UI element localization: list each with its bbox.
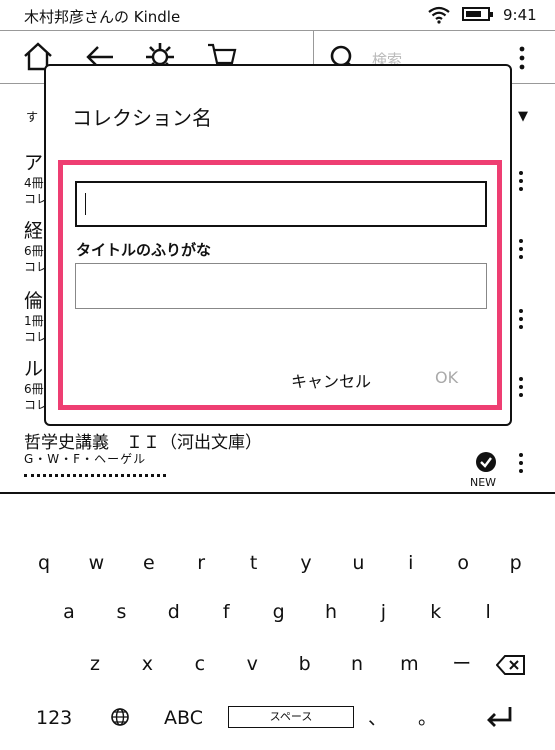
status-bar: 木村邦彦さんの Kindle 9:41 <box>0 0 555 30</box>
key-o[interactable]: o <box>448 547 478 579</box>
book-more-icon[interactable] <box>515 452 527 474</box>
key-x[interactable]: x <box>132 648 162 680</box>
enter-icon[interactable] <box>484 704 514 730</box>
downloaded-check-icon <box>476 452 496 472</box>
furigana-label: タイトルのふりがな <box>76 241 212 259</box>
key-e[interactable]: e <box>134 547 164 579</box>
space-key[interactable]: スペース <box>228 706 354 728</box>
key-q[interactable]: q <box>29 547 59 579</box>
key-z[interactable]: z <box>80 648 110 680</box>
alpha-key[interactable]: ABC <box>164 702 203 734</box>
collection-more-icon[interactable] <box>515 376 527 398</box>
key-y[interactable]: y <box>291 547 321 579</box>
sort-caret-icon[interactable]: ▼ <box>518 109 528 124</box>
key-i[interactable]: i <box>396 547 426 579</box>
collection-more-icon[interactable] <box>515 238 527 260</box>
collection-more-icon[interactable] <box>515 308 527 330</box>
device-owner-title: 木村邦彦さんの Kindle <box>24 8 181 26</box>
numbers-key[interactable]: 123 <box>36 702 72 734</box>
key-j[interactable]: j <box>368 596 398 628</box>
period-key[interactable]: 。 <box>418 702 437 734</box>
collection-count: 6冊 <box>24 382 44 396</box>
collection-count: 6冊 <box>24 244 44 258</box>
battery-icon <box>462 7 493 21</box>
highlight-frame: タイトルのふりがな キャンセル OK <box>58 160 502 410</box>
collection-name-dialog: コレクション名 タイトルのふりがな キャンセル OK <box>44 64 512 426</box>
more-menu-icon[interactable] <box>514 45 530 71</box>
key-a[interactable]: a <box>54 596 84 628</box>
key-p[interactable]: p <box>501 547 531 579</box>
ok-button[interactable]: OK <box>435 368 458 387</box>
cancel-button[interactable]: キャンセル <box>291 368 371 392</box>
sort-label[interactable]: す <box>26 108 38 125</box>
wifi-icon <box>428 6 450 24</box>
key-f[interactable]: f <box>211 596 241 628</box>
key-l[interactable]: l <box>473 596 503 628</box>
globe-icon[interactable] <box>110 707 130 727</box>
dialog-title: コレクション名 <box>72 106 212 130</box>
key-r[interactable]: r <box>186 547 216 579</box>
key-c[interactable]: c <box>185 648 215 680</box>
collection-title: ル <box>24 358 44 380</box>
reading-progress <box>24 474 166 477</box>
furigana-input[interactable] <box>75 263 487 309</box>
book-author: G・W・F・ヘーゲル <box>24 452 147 466</box>
list-bottom-rule <box>0 492 555 494</box>
key-m[interactable]: m <box>394 648 424 680</box>
key-b[interactable]: b <box>290 648 320 680</box>
clock: 9:41 <box>503 6 537 24</box>
key-w[interactable]: w <box>81 547 111 579</box>
book-row[interactable]: 哲学史講義 ＩＩ（河出文庫） G・W・F・ヘーゲル NEW <box>0 428 555 490</box>
collection-title: ア <box>24 152 44 174</box>
key-k[interactable]: k <box>421 596 451 628</box>
text-cursor <box>85 193 86 215</box>
collection-more-icon[interactable] <box>515 170 527 192</box>
key-n[interactable]: n <box>342 648 372 680</box>
collection-count: 4冊 <box>24 176 44 190</box>
collection-count: 1冊 <box>24 314 44 328</box>
key-g[interactable]: g <box>264 596 294 628</box>
key-d[interactable]: d <box>159 596 189 628</box>
key-t[interactable]: t <box>239 547 269 579</box>
backspace-icon[interactable] <box>496 654 526 676</box>
collection-name-input[interactable] <box>75 181 487 227</box>
collection-title: 倫 <box>24 290 44 312</box>
key-ー[interactable]: ー <box>447 648 477 680</box>
key-s[interactable]: s <box>106 596 136 628</box>
on-screen-keyboard: qwertyuiop asdfghjkl zxcvbnmー 123 ABC スペ… <box>0 530 555 750</box>
collection-title: 経 <box>24 220 44 242</box>
key-v[interactable]: v <box>237 648 267 680</box>
key-h[interactable]: h <box>316 596 346 628</box>
key-u[interactable]: u <box>343 547 373 579</box>
new-badge: NEW <box>470 476 497 489</box>
comma-key[interactable]: 、 <box>368 702 387 734</box>
